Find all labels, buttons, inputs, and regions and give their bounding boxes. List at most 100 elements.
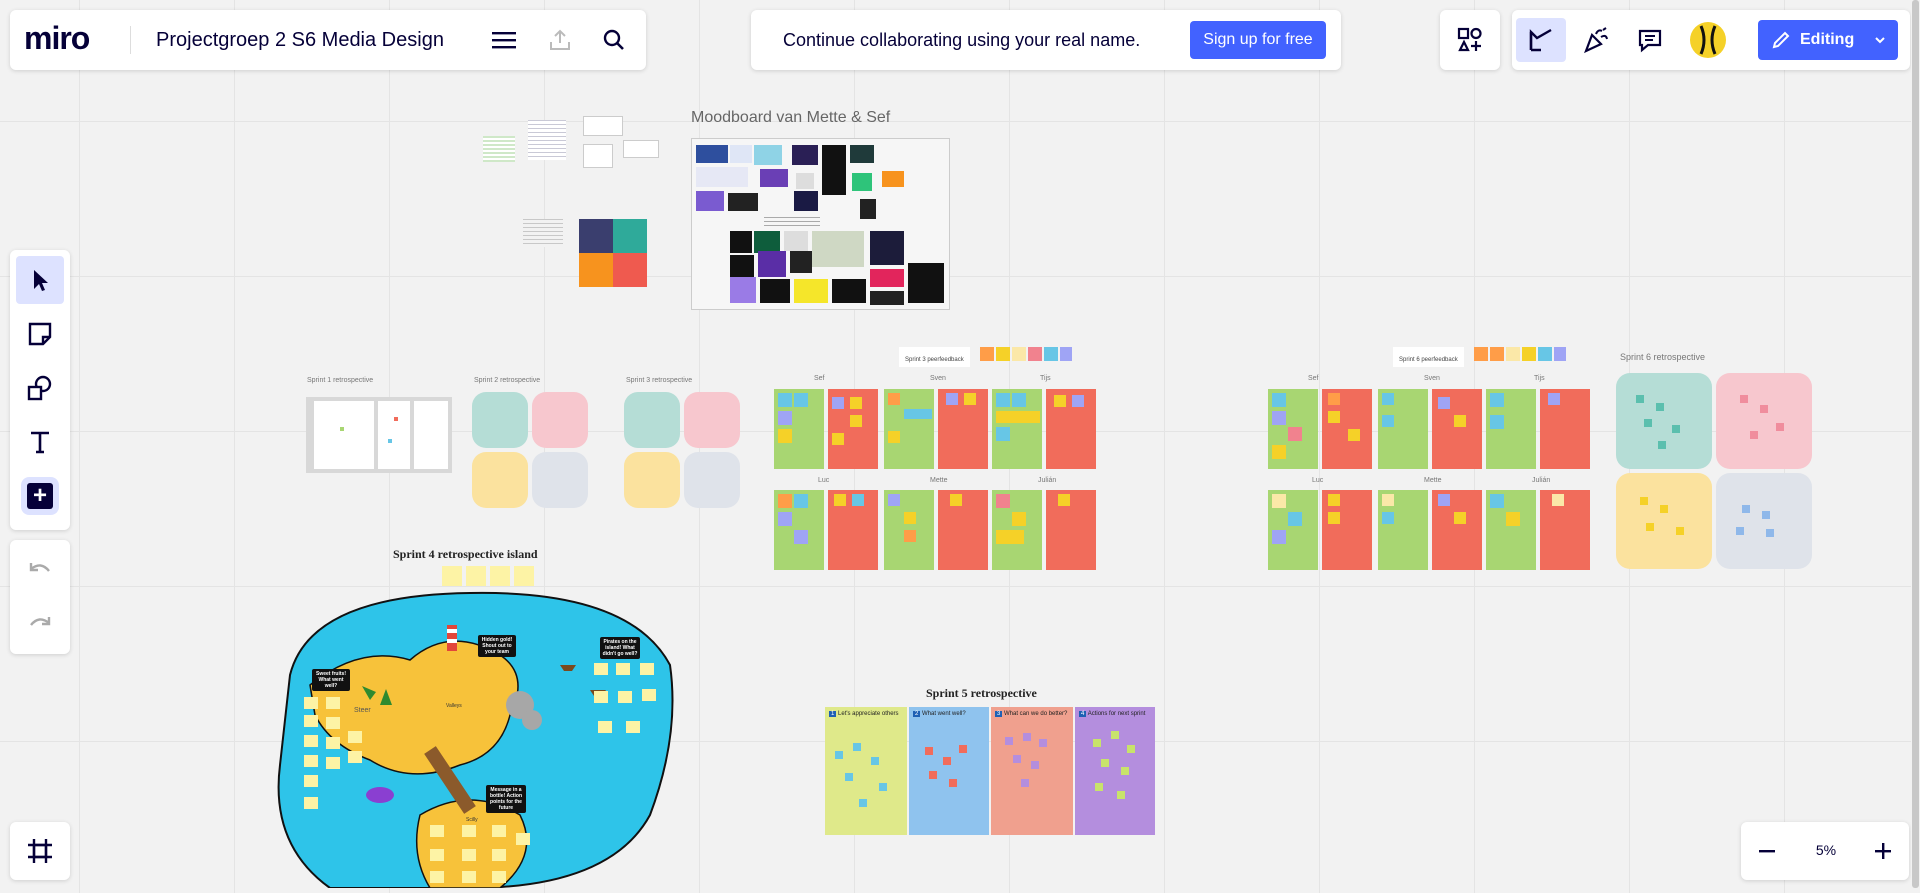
island-label-steer: Steer	[354, 707, 371, 714]
plus-icon	[1875, 843, 1891, 859]
zoom-in-button[interactable]	[1863, 831, 1903, 871]
header-divider	[130, 26, 131, 54]
cursor-icon	[1529, 28, 1552, 52]
sprint2-board[interactable]	[472, 392, 590, 510]
undo-button[interactable]	[16, 546, 64, 594]
mini-doc-block[interactable]	[523, 219, 563, 247]
miro-logo[interactable]: miro	[24, 22, 90, 54]
island-sign-message: Message in a bottle! Action points for t…	[486, 785, 526, 813]
peer6-name-tijs: Tijs	[1534, 375, 1545, 382]
peer6-name-luc: Luc	[1312, 477, 1324, 484]
sprint5-num-1: 1	[829, 711, 837, 717]
select-tool[interactable]	[16, 256, 64, 304]
sign-up-button[interactable]: Sign up for free	[1190, 21, 1326, 59]
search-icon	[603, 29, 624, 50]
shapes-icon	[27, 375, 52, 401]
avatar-icon	[1699, 25, 1717, 55]
shapes-tool[interactable]	[16, 364, 64, 412]
left-toolbar: +	[10, 250, 70, 530]
sprint6-peer-swatches	[1474, 347, 1566, 361]
history-toolbar	[10, 540, 70, 654]
comment-icon	[1638, 29, 1662, 53]
peer6-name-sef: Sef	[1308, 375, 1319, 382]
cursor-toggle-button[interactable]	[1516, 18, 1566, 62]
sticky-note-icon	[28, 322, 52, 346]
peer-name-julian: Julián	[1038, 477, 1057, 484]
zoom-panel: 5%	[1741, 822, 1909, 880]
apps-panel	[1440, 10, 1500, 70]
board-title[interactable]: Projectgroep 2 S6 Media Design	[156, 29, 444, 52]
island-label-scilly: Scilly	[466, 817, 478, 823]
hamburger-icon	[492, 32, 516, 49]
sprint2-label: Sprint 2 retrospective	[474, 377, 541, 384]
apps-icon	[1457, 27, 1482, 52]
island-sign-hidden: Hidden gold! Shout out to your team	[478, 635, 516, 657]
zoom-out-button[interactable]	[1747, 831, 1787, 871]
banner-message: Continue collaborating using your real n…	[783, 30, 1141, 50]
search-button[interactable]	[596, 24, 632, 56]
sprint5-col-4: Actions for next sprint	[1087, 711, 1146, 717]
party-popper-icon	[1584, 27, 1608, 54]
editing-button[interactable]: Editing	[1758, 20, 1898, 60]
sprint3-peer-label: Sprint 3 peerfeedback	[899, 347, 970, 367]
sprint3-label: Sprint 3 retrospective	[626, 377, 693, 384]
sprint3-peer-swatches	[980, 347, 1072, 361]
sprint6-peer-label: Sprint 6 peerfeedback	[1393, 347, 1464, 367]
island-sign-pirates: Pirates on the island! What didn't go we…	[600, 637, 640, 659]
sprint6-peer-grid[interactable]: Sef Sven Tijs Luc Mette Julián	[1268, 375, 1594, 570]
sprint5-col-2: What went well?	[922, 711, 966, 717]
menu-button[interactable]	[486, 24, 522, 56]
frames-button[interactable]	[16, 827, 64, 875]
add-more-tool[interactable]: +	[16, 472, 64, 520]
vertical-scrollbar[interactable]	[1911, 0, 1920, 888]
peer6-name-mette: Mette	[1424, 477, 1442, 484]
collab-panel: Editing	[1512, 10, 1910, 70]
signup-banner: Continue collaborating using your real n…	[751, 10, 1341, 70]
sprint3-board[interactable]	[624, 392, 742, 510]
sprint5-col-1: Let's appreciate others	[838, 711, 899, 717]
sprint5-title: Sprint 5 retrospective	[926, 686, 1037, 700]
zoom-level[interactable]: 5%	[1801, 842, 1851, 858]
sprint4-title: Sprint 4 retrospective island	[393, 547, 538, 561]
pencil-icon	[1772, 31, 1790, 49]
peer6-name-sven: Sven	[1424, 375, 1440, 382]
board-header-panel: miro Projectgroep 2 S6 Media Design	[10, 10, 646, 70]
moodboard-frame[interactable]	[691, 138, 950, 310]
peer-name-luc: Luc	[818, 477, 830, 484]
plus-square-icon: +	[27, 483, 53, 509]
celebrate-button[interactable]	[1574, 18, 1618, 62]
user-avatar[interactable]	[1690, 22, 1726, 58]
sprint3-peer-grid[interactable]: Sef Sven Tijs Luc Mette Julián	[774, 375, 1100, 570]
mini-diagram-cluster[interactable]	[483, 116, 668, 176]
sprint5-num-4: 4	[1079, 711, 1087, 717]
sticky-note-tool[interactable]	[16, 310, 64, 358]
color-swatch-block[interactable]	[579, 219, 647, 287]
peer6-name-julian: Julián	[1532, 477, 1551, 484]
comments-button[interactable]	[1628, 18, 1672, 62]
island-label-valleys: Valleys	[446, 703, 462, 709]
scrollbar-thumb[interactable]	[1912, 0, 1919, 888]
sprint6-retro-board[interactable]	[1616, 373, 1812, 569]
text-tool[interactable]	[16, 418, 64, 466]
chevron-down-icon	[1875, 37, 1885, 44]
frame-icon	[28, 839, 52, 863]
pointer-icon	[34, 270, 48, 291]
treasure-island-map[interactable]: Sweet fruits! What went well? Hidden gol…	[270, 585, 680, 889]
editing-label: Editing	[1800, 31, 1855, 48]
upload-icon	[550, 29, 570, 50]
frames-panel	[10, 822, 70, 880]
redo-icon	[30, 617, 51, 626]
redo-button[interactable]	[16, 600, 64, 648]
peer-name-mette: Mette	[930, 477, 948, 484]
export-button[interactable]	[542, 24, 578, 56]
sprint5-num-3: 3	[995, 711, 1003, 717]
moodboard-title: Moodboard van Mette & Sef	[691, 109, 891, 126]
text-icon	[31, 431, 49, 454]
sprint5-num-2: 2	[913, 711, 921, 717]
peer-name-tijs: Tijs	[1040, 375, 1051, 382]
sprint3-peer-label-text: Sprint 3 peerfeedback	[905, 357, 964, 363]
undo-icon	[29, 563, 50, 572]
sprint5-board[interactable]: 1 Let's appreciate others 2 What went we…	[825, 707, 1155, 835]
sprint1-board[interactable]	[306, 397, 452, 473]
apps-button[interactable]	[1450, 20, 1490, 60]
